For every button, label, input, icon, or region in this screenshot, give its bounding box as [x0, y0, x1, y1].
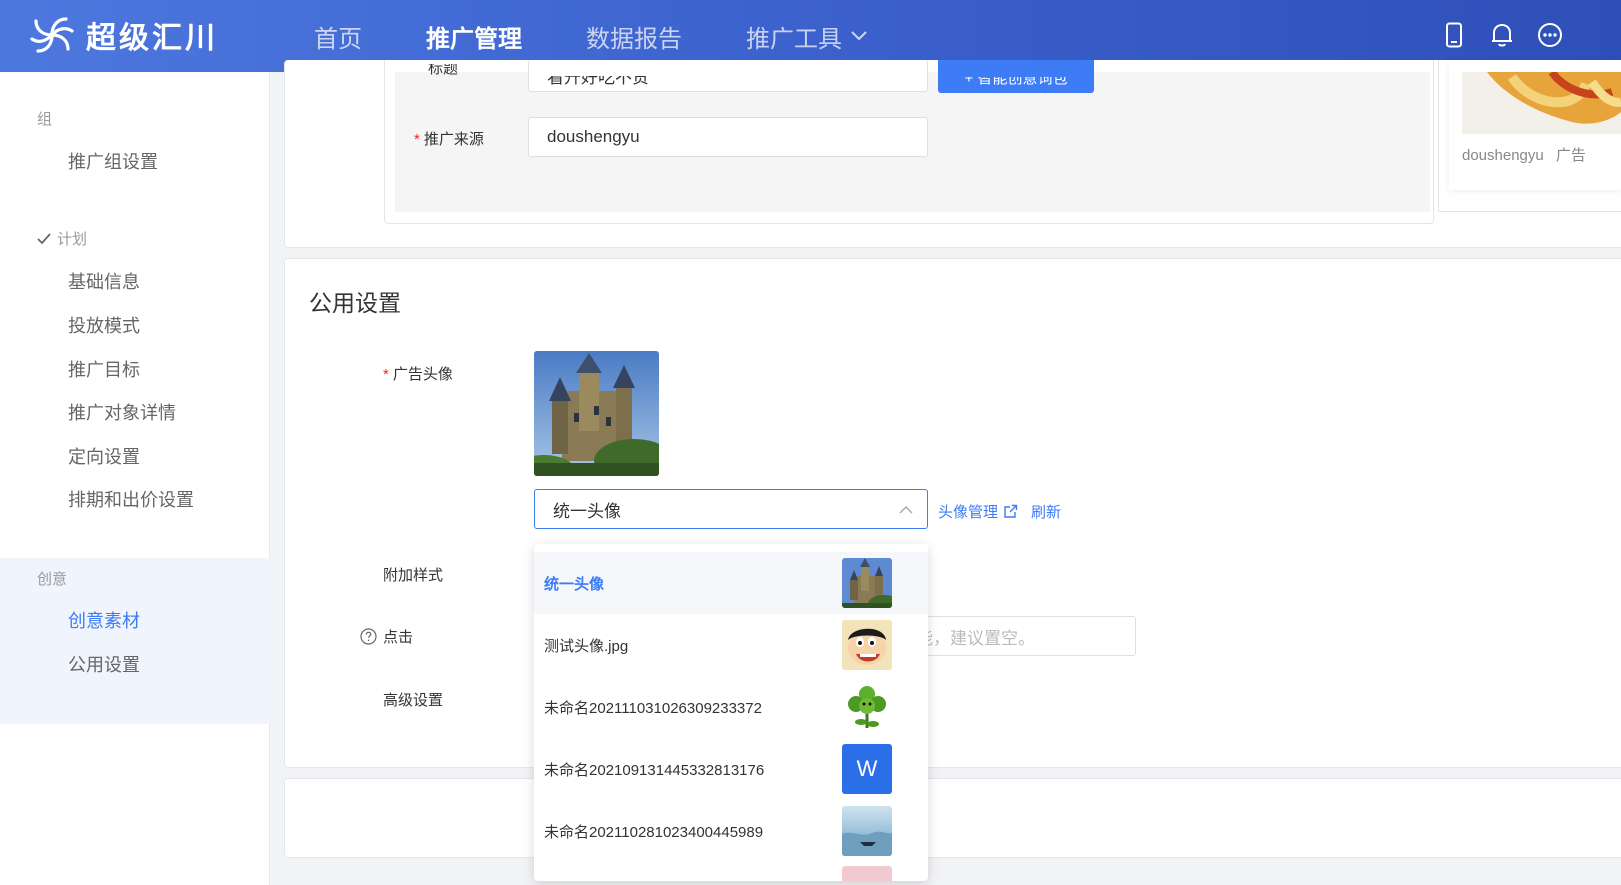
refresh-link[interactable]: 刷新: [1031, 501, 1061, 522]
avatar-label: * 广告头像: [383, 363, 453, 384]
sidebar-item-creative-material[interactable]: 创意素材: [68, 607, 140, 633]
app-logo[interactable]: 超级汇川: [28, 10, 218, 60]
sidebar-plan-label: 计划: [57, 231, 88, 248]
sidebar-item-common-settings[interactable]: 公用设置: [68, 651, 140, 677]
sidebar-plan-title: 计划: [37, 228, 87, 249]
nav-promotion-management[interactable]: 推广管理: [426, 19, 522, 54]
nav-promotion-label: 推广管理: [426, 25, 522, 53]
avatar-image-castle[interactable]: [534, 351, 659, 476]
avatar-option-unnamed-1[interactable]: 未命名20211103102630923337​2: [534, 676, 928, 738]
title-input[interactable]: 看升好吃不贵: [528, 60, 928, 92]
required-mark: *: [383, 366, 389, 383]
avatar-select-value: 统一头像: [553, 501, 621, 521]
extra-style-label: 附加样式: [383, 567, 444, 584]
avatar-label-text: 广告头像: [392, 366, 453, 383]
section-title-common-settings: 公用设置: [309, 290, 401, 316]
sidebar-item-targeting[interactable]: 定向设置: [68, 443, 140, 469]
sidebar-item-group-settings[interactable]: 推广组设置: [68, 148, 158, 174]
source-label-text: 推广来源: [423, 131, 484, 148]
click-input-placeholder: 能，建议置空。: [916, 628, 1035, 648]
avatar-option-label: 未命名20211028102340044598​9: [544, 823, 764, 841]
nav-home-label: 首页: [314, 25, 362, 53]
food-preview-image: [1462, 72, 1621, 134]
avatar-option-label: 统一头像: [544, 575, 605, 593]
source-label: * 推广来源: [414, 128, 484, 149]
click-label-text: 点击: [383, 629, 414, 646]
top-right-icons: [1441, 20, 1563, 50]
sidebar-item-schedule-bid[interactable]: 排期和出价设置: [68, 486, 194, 512]
chevron-down-icon: [851, 31, 867, 41]
external-link-icon: [1004, 504, 1018, 518]
source-input[interactable]: doushengyu: [528, 117, 928, 157]
nav-home[interactable]: 首页: [314, 19, 362, 54]
thumb-plant: [842, 682, 892, 732]
thumb-castle: [842, 558, 892, 608]
mobile-icon[interactable]: [1441, 20, 1467, 50]
title-input-value: 看升好吃不贵: [547, 76, 649, 87]
title-label: 标题: [428, 64, 459, 77]
avatar-option-label: 测试头像.jpg: [544, 637, 629, 655]
app-name: 超级汇川: [86, 21, 218, 56]
avatar-option-test-jpg[interactable]: 测试头像.jpg: [534, 614, 928, 676]
avatar-option-label: 未命名20210913144533281317​6: [544, 761, 765, 779]
avatar-option-unified[interactable]: 统一头像: [534, 552, 928, 614]
smart-creative-wordpack-button[interactable]: + 智能创意词包: [938, 60, 1094, 93]
logo-swirl-icon: [30, 17, 74, 53]
click-label: 点击: [360, 626, 413, 647]
bottom-card: [284, 778, 1621, 858]
avatar-manage-link[interactable]: 头像管理: [938, 501, 1018, 522]
preview-account: doushengyu 广告: [1462, 144, 1586, 165]
chevron-up-icon: [899, 505, 913, 514]
help-icon[interactable]: [360, 628, 377, 645]
smart-button-label: + 智能创意词包: [964, 77, 1068, 87]
sidebar-item-promotion-object[interactable]: 推广对象详情: [68, 399, 176, 425]
sidebar-item-delivery-mode[interactable]: 投放模式: [68, 312, 140, 338]
source-input-value: doushengyu: [547, 127, 640, 146]
left-sidebar: 组 推广组设置 计划 基础信息 投放模式 推广目标 推广对象详情 定向设置 排期…: [0, 72, 270, 885]
preview-ad-tag: 广告: [1555, 147, 1586, 164]
bell-icon[interactable]: [1489, 20, 1515, 50]
sidebar-group-title: 组: [37, 111, 53, 128]
advanced-settings-label[interactable]: 高级设置: [383, 689, 443, 710]
thumb-partial-next: [842, 866, 892, 881]
preview-account-name: doushengyu: [1462, 147, 1544, 164]
avatar-option-unnamed-3[interactable]: 未命名20211028102340044598​9: [534, 800, 928, 862]
thumb-sea: [842, 806, 892, 856]
check-icon: [37, 232, 51, 244]
sidebar-item-basic-info[interactable]: 基础信息: [68, 268, 140, 294]
thumb-cartoon: [842, 620, 892, 670]
avatar-select[interactable]: 统一头像: [534, 489, 928, 529]
avatar-dropdown-menu: 统一头像 测试头像.jpg 未命名20211103102630923337​2 …: [534, 544, 928, 881]
avatar-manage-label: 头像管理: [938, 504, 999, 521]
sidebar-creative-title: 创意: [37, 571, 68, 588]
nav-tools-label: 推广工具: [746, 25, 842, 53]
required-mark: *: [414, 131, 420, 148]
w-letter-text: W: [856, 756, 878, 781]
nav-data-report[interactable]: 数据报告: [586, 19, 682, 54]
thumb-w-letter: W: [842, 744, 892, 794]
nav-promotion-tools[interactable]: 推广工具: [746, 19, 868, 54]
avatar-option-unnamed-2[interactable]: 未命名20210913144533281317​6 W: [534, 738, 928, 800]
sidebar-item-promotion-goal[interactable]: 推广目标: [68, 356, 140, 382]
nav-report-label: 数据报告: [586, 25, 682, 53]
more-icon[interactable]: [1537, 20, 1563, 50]
avatar-option-label: 未命名20211103102630923337​2: [544, 699, 762, 717]
